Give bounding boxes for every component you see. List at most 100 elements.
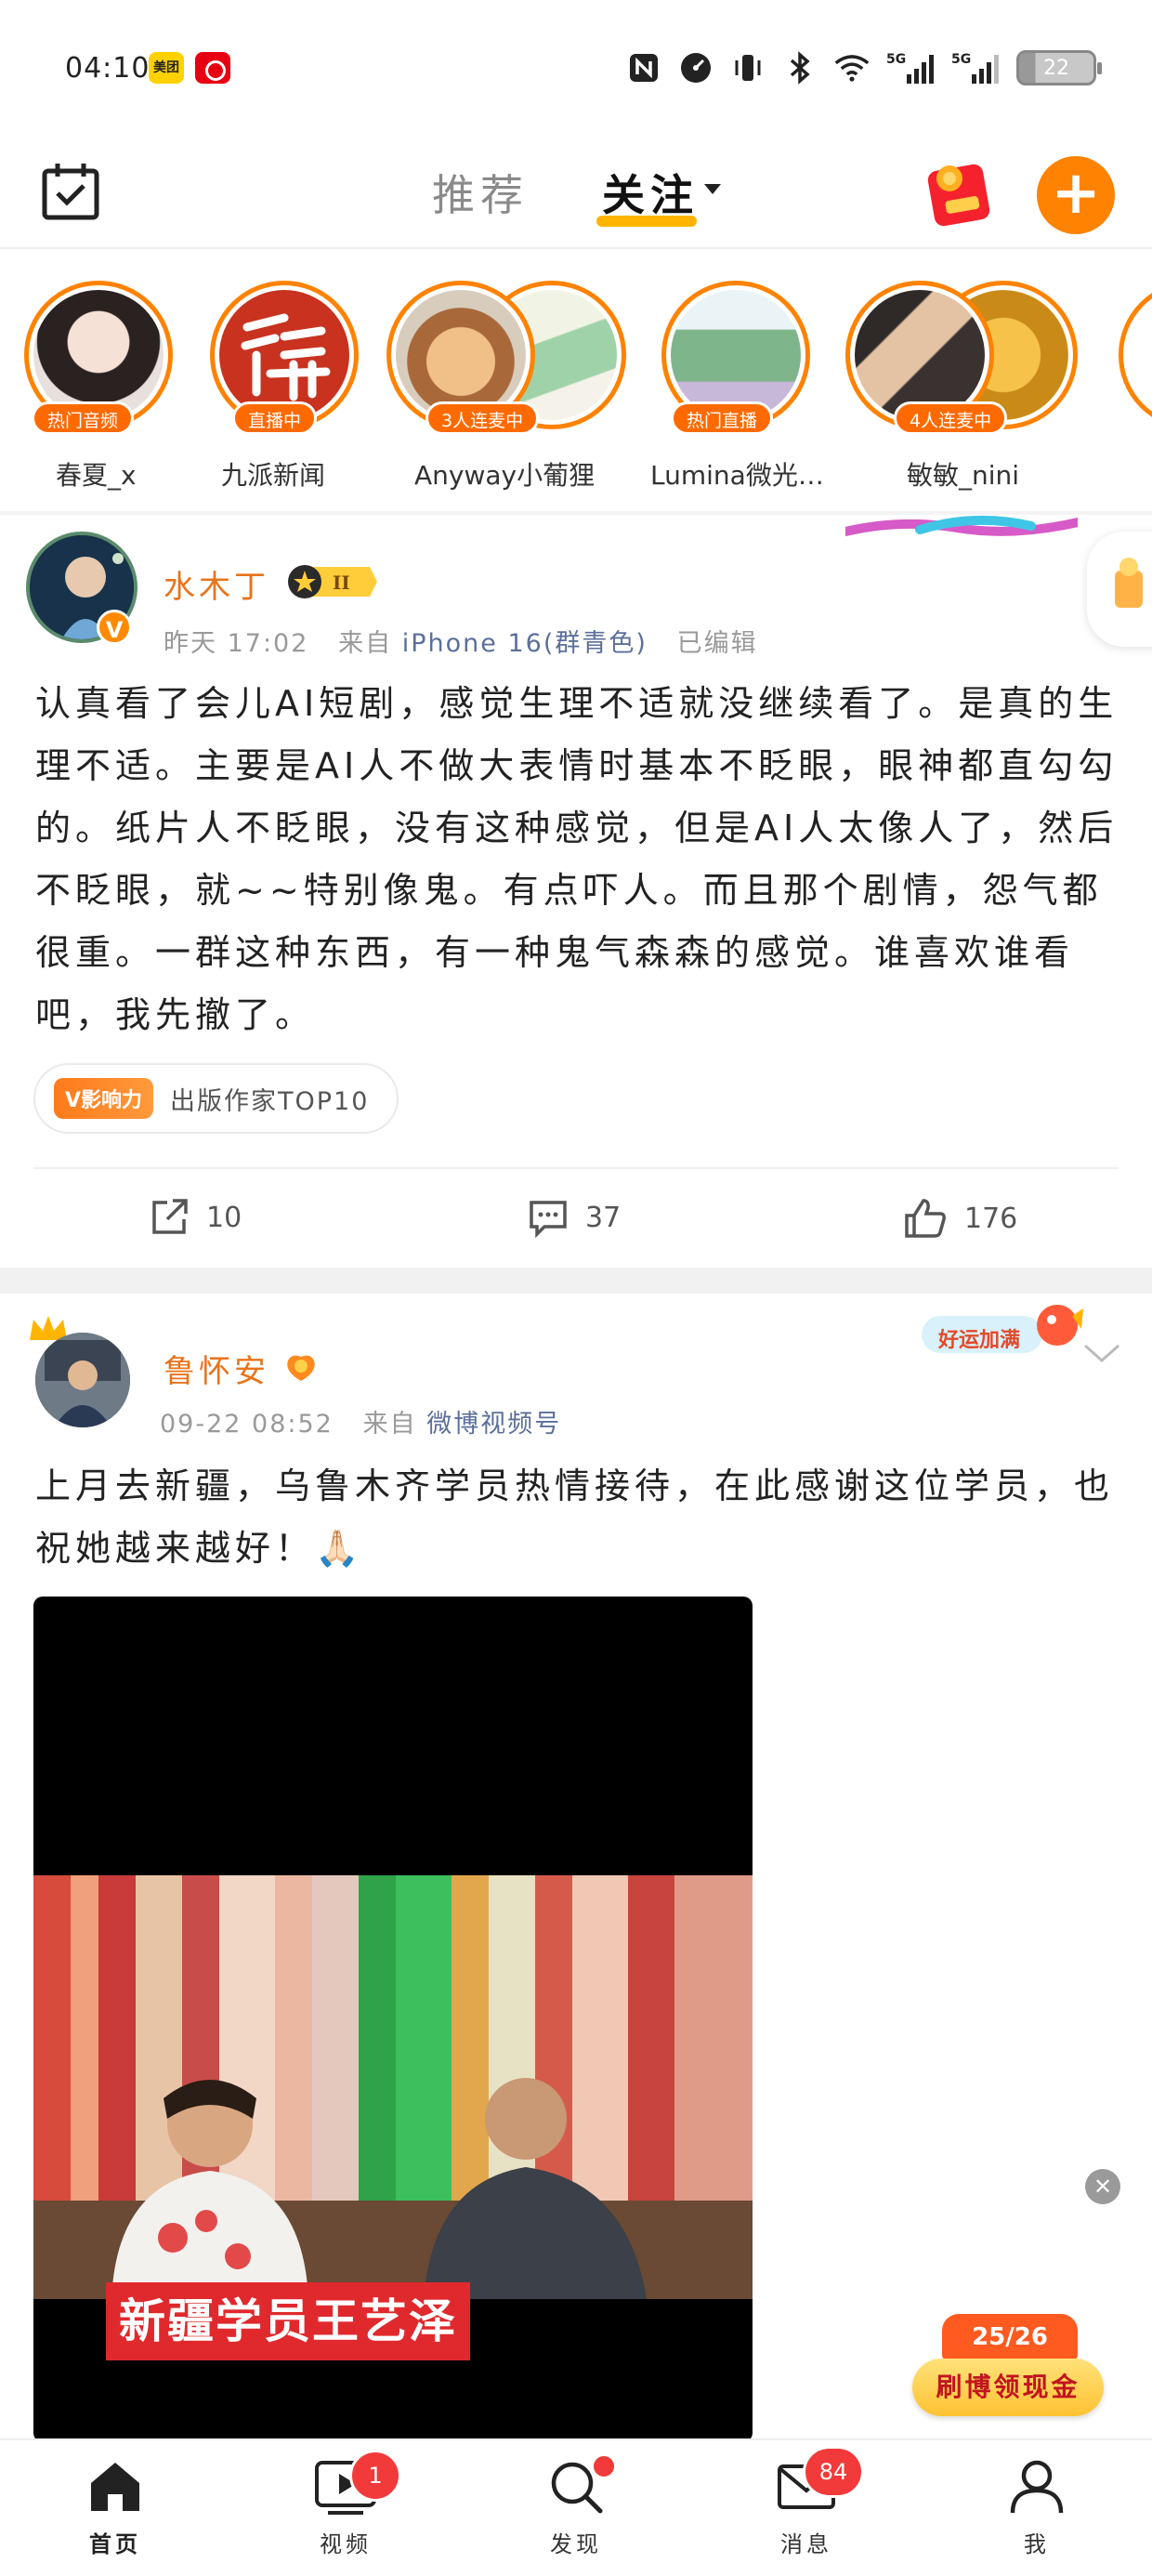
repost-icon	[152, 1199, 188, 1234]
speed-gauge-icon	[678, 50, 713, 85]
vibrate-icon	[730, 50, 766, 85]
story-item[interactable]: 直播中 九派新闻	[190, 269, 375, 493]
post-meta: 09-22 08:52 来自 微博视频号	[160, 1403, 561, 1439]
svg-text:5G: 5G	[951, 52, 971, 67]
thumbs-up-icon	[905, 1199, 946, 1238]
decoration-graphic	[841, 509, 1082, 548]
story-name: Anyway小葡狸	[414, 460, 596, 491]
influence-text: 出版作家TOP10	[170, 1086, 370, 1116]
post-meta: 昨天 17:02 来自 iPhone 16(群青色) 已编辑	[164, 623, 758, 659]
comment-button[interactable]: 37	[528, 1197, 621, 1238]
nav-discover[interactable]: 发现	[502, 2453, 650, 2569]
influence-badge: V影响力	[54, 1078, 154, 1119]
home-icon	[91, 2463, 139, 2511]
bottom-navigation: 首页 视频 1 发现 消息 84 我	[0, 2438, 1152, 2576]
nav-me[interactable]: 我	[962, 2457, 1111, 2569]
reward-progress-counter: 25/26	[942, 2314, 1078, 2360]
from-label: 来自	[338, 629, 393, 658]
close-icon[interactable]: ✕	[1085, 2169, 1120, 2204]
story-item-partial[interactable]	[1106, 269, 1152, 493]
tab-recommend[interactable]: 推荐	[432, 162, 529, 223]
rank-badge-icon: II	[286, 563, 377, 600]
good-luck-badge: 好运加满	[918, 1297, 1085, 1362]
add-icon[interactable]: +	[1037, 156, 1115, 234]
nav-me-label: 我	[1024, 2531, 1050, 2557]
tab-following[interactable]: 关注	[602, 162, 699, 223]
bluetooth-icon	[782, 50, 818, 85]
story-badge: 3人连麦中	[425, 401, 540, 435]
nav-video[interactable]: 视频 1	[271, 2450, 420, 2569]
nav-home-label: 首页	[89, 2531, 141, 2557]
post-text[interactable]: 上月去新疆，乌鲁木齐学员热情接待，在此感谢这位学员，也祝她越来越好！🙏🏻	[35, 1455, 1122, 1580]
video-player[interactable]: 新疆学员王艺泽	[33, 1597, 753, 2442]
story-name: 九派新闻	[221, 460, 326, 491]
nav-messages-label: 消息	[780, 2531, 832, 2557]
checkin-icon[interactable]	[39, 160, 102, 223]
story-name: 春夏_x	[56, 460, 137, 491]
user-profile-icon	[1010, 2460, 1064, 2514]
influence-tag[interactable]: V影响力 出版作家TOP10	[33, 1063, 399, 1134]
story-badge: 热门直播	[671, 401, 774, 435]
story-item[interactable]: 3人连麦中 Anyway小葡狸	[368, 269, 647, 493]
story-badge: 4人连麦中	[894, 401, 1008, 435]
video-frame	[33, 1875, 753, 2299]
video-notification-badge: 1	[349, 2450, 401, 2502]
post-divider	[33, 1167, 1119, 1169]
story-item[interactable]: 热门音频 春夏_x	[4, 269, 190, 493]
post-time: 09-22 08:52	[160, 1410, 334, 1439]
post-source[interactable]: iPhone 16(群青色)	[402, 629, 648, 658]
app-notification-icon	[195, 52, 230, 84]
status-icons: 5G 5G 22	[626, 46, 1102, 89]
meituan-notification-icon: 美团	[149, 52, 184, 84]
like-count: 176	[964, 1202, 1018, 1235]
like-button[interactable]: 176	[903, 1197, 1017, 1240]
post-text[interactable]: 认真看了会儿AI短剧，感觉生理不适就没继续看了。是真的生理不适。主要是AI人不做…	[35, 673, 1122, 1046]
nfc-icon	[626, 50, 661, 85]
status-time: 04:10	[65, 52, 151, 85]
red-packet-icon[interactable]	[922, 158, 996, 230]
floating-activity-card[interactable]	[1087, 532, 1152, 647]
post-separator	[0, 1268, 1152, 1294]
story-item[interactable]: 4人连麦中 敏敏_nini	[827, 269, 1106, 493]
story-name: 敏敏_nini	[907, 460, 1020, 491]
comment-icon	[530, 1201, 567, 1238]
nav-discover-label: 发现	[550, 2531, 602, 2557]
post-source[interactable]: 微博视频号	[426, 1410, 561, 1439]
discover-dot-badge	[591, 2453, 617, 2479]
verified-v-icon: V	[97, 610, 132, 645]
story-badge: 直播中	[232, 401, 318, 435]
story-item[interactable]: 热门直播 Lumina微光…	[643, 269, 847, 493]
video-caption: 新疆学员王艺泽	[106, 2282, 470, 2360]
good-luck-text: 好运加满	[938, 1329, 1021, 1352]
chevron-down-icon[interactable]	[704, 184, 721, 194]
comment-count: 37	[585, 1201, 622, 1234]
story-name: Lumina微光…	[650, 460, 824, 491]
from-label: 来自	[362, 1410, 417, 1439]
signal-5g-icon: 5G	[886, 50, 935, 85]
author-name[interactable]: 鲁怀安	[164, 1346, 269, 1391]
nav-messages[interactable]: 消息 84	[732, 2446, 881, 2569]
battery-icon: 22	[1016, 50, 1102, 85]
author-name[interactable]: 水木丁	[164, 561, 269, 607]
nav-home[interactable]: 首页	[41, 2457, 190, 2569]
messages-notification-badge: 84	[803, 2446, 864, 2498]
avatar	[1119, 281, 1152, 429]
svg-text:5G: 5G	[886, 52, 906, 67]
repost-button[interactable]: 10	[149, 1197, 242, 1238]
cash-reward-widget[interactable]: 25/26 刷博领现金	[912, 2314, 1104, 2425]
nav-video-label: 视频	[320, 2531, 372, 2557]
status-bar: 04:10 美团 5G 5G 22	[0, 0, 1152, 139]
top-header: 推荐 关注 +	[0, 139, 1152, 247]
chevron-down-icon[interactable]	[1081, 1338, 1122, 1366]
svg-text:II: II	[333, 572, 350, 594]
post-time: 昨天 17:02	[164, 629, 309, 658]
avatar[interactable]	[35, 1333, 130, 1427]
member-badge-icon	[282, 1347, 320, 1385]
edited-label: 已编辑	[676, 629, 758, 658]
signal-5g-icon-2: 5G	[951, 50, 1000, 85]
story-badge: 热门音频	[32, 401, 135, 435]
wifi-icon	[834, 50, 870, 85]
following-stories-row: 热门音频 春夏_x 直播中 九派新闻 3人连麦中 Anyway小葡狸 热门直播 …	[0, 249, 1152, 511]
cash-reward-button[interactable]: 刷博领现金	[912, 2359, 1104, 2416]
repost-count: 10	[206, 1201, 242, 1234]
